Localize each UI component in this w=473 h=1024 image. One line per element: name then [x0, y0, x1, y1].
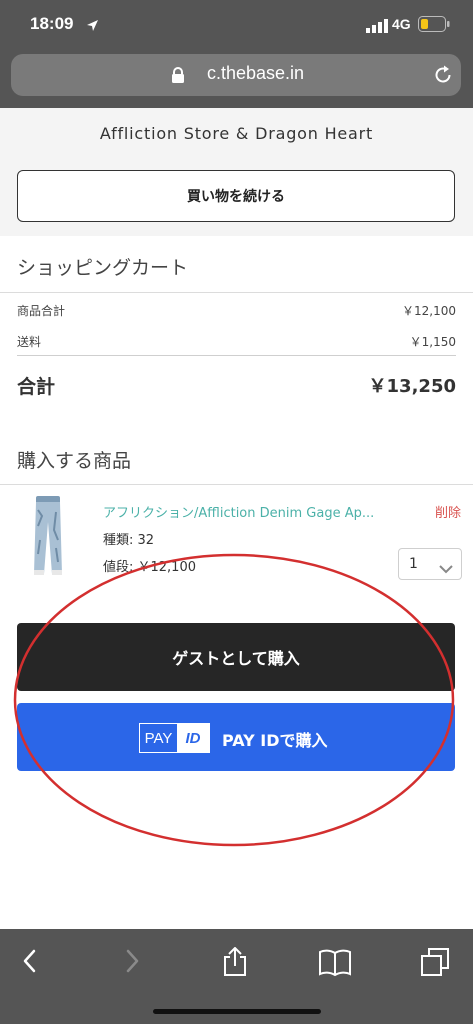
home-indicator	[153, 1009, 321, 1014]
lock-icon	[171, 67, 185, 88]
total-value: ￥13,250	[368, 376, 456, 397]
share-icon[interactable]	[221, 946, 249, 981]
store-name[interactable]: Affliction Store & Dragon Heart	[0, 124, 473, 143]
reload-icon[interactable]	[432, 64, 454, 90]
delete-button[interactable]: 削除	[435, 502, 461, 521]
store-header: Affliction Store & Dragon Heart 買い物を続ける	[0, 108, 473, 236]
back-icon[interactable]	[20, 947, 40, 979]
cart-title: ショッピングカート	[17, 257, 189, 279]
payid-logo-id: ID	[177, 724, 209, 752]
signal-icon	[366, 18, 388, 37]
payid-purchase-label: PAY IDで購入	[222, 731, 328, 750]
product-name-link[interactable]: アフリクション/Affliction Denim Gage Ap...	[103, 502, 393, 521]
browser-address-area: c.thebase.in	[0, 48, 473, 108]
shipping-value: ￥1,150	[409, 335, 456, 349]
network-type: 4G	[392, 16, 411, 32]
continue-shopping-button[interactable]: 買い物を続ける	[17, 170, 455, 222]
divider	[0, 484, 473, 485]
payid-logo: PAY ID	[139, 723, 210, 753]
battery-icon	[418, 16, 450, 36]
payid-purchase-button[interactable]: PAY ID PAY IDで購入	[17, 703, 455, 771]
product-price: 値段: ￥12,100	[103, 560, 196, 575]
product-type: 種類: 32	[103, 533, 155, 548]
total-label: 合計	[17, 376, 56, 398]
address-bar[interactable]: c.thebase.in	[11, 54, 461, 96]
status-time: 18:09	[30, 14, 74, 33]
divider	[17, 355, 456, 356]
shipping-label: 送料	[17, 335, 42, 349]
payid-logo-pay: PAY	[144, 729, 173, 747]
divider	[0, 292, 473, 293]
subtotal-value: ￥12,100	[402, 304, 456, 318]
url-text: c.thebase.in	[207, 63, 305, 83]
forward-icon[interactable]	[122, 947, 142, 979]
location-arrow-icon	[86, 17, 99, 36]
items-section-title: 購入する商品	[17, 450, 132, 472]
subtotal-label: 商品合計	[17, 304, 66, 318]
quantity-value: 1	[409, 556, 418, 572]
tabs-icon[interactable]	[420, 947, 450, 981]
quantity-select[interactable]: 1	[398, 548, 462, 580]
chevron-down-icon	[439, 559, 453, 578]
guest-purchase-button[interactable]: ゲストとして購入	[17, 623, 455, 691]
annotation-circle	[13, 553, 455, 847]
status-bar: 18:09 4G	[0, 0, 473, 48]
bookmarks-icon[interactable]	[318, 947, 352, 981]
product-thumbnail[interactable]	[26, 496, 70, 576]
